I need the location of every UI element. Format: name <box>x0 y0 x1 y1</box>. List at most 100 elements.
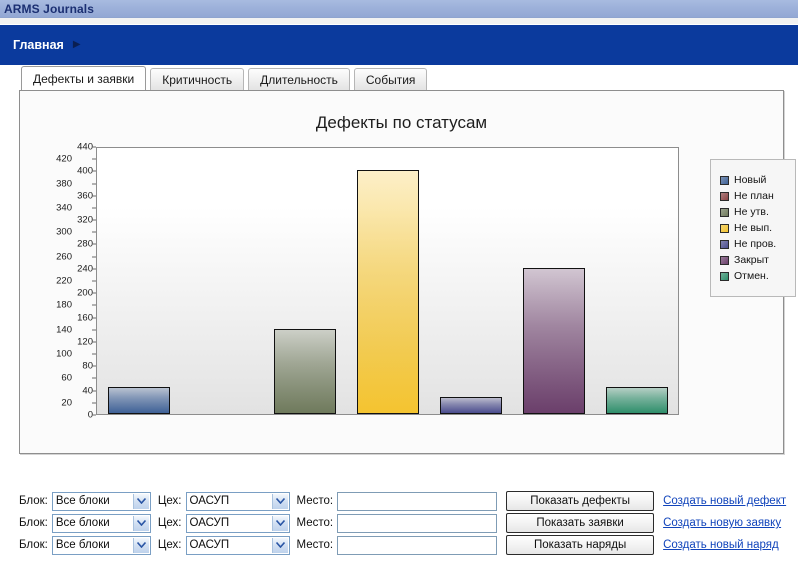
place-label: Место: <box>296 539 334 551</box>
plot-wrapper: 440 420 400 380 360 340 320 300 280 260 240 220 200 1… <box>20 91 796 453</box>
block-select[interactable]: Все блоки <box>51 491 151 511</box>
create-new-link[interactable]: Создать новый наряд <box>663 539 779 551</box>
legend-label: Отмен. <box>734 270 769 282</box>
place-label: Место: <box>296 517 334 529</box>
bar-slot <box>595 148 678 414</box>
legend-swatch-icon <box>720 271 729 281</box>
show-button[interactable]: Показать дефекты <box>506 491 655 511</box>
bar-Отмен.[interactable] <box>605 386 668 414</box>
bar-Не вып.[interactable] <box>356 170 419 414</box>
breadcrumb-nav-bar: Главная ▶ <box>0 25 798 65</box>
y-axis-tick-label: 220 <box>56 275 72 287</box>
y-axis-tick-label: 160 <box>77 311 93 323</box>
legend-swatch-icon <box>720 223 729 233</box>
tab-label: Критичность <box>162 72 233 87</box>
shop-label: Цех: <box>157 517 182 529</box>
y-axis-tick-label: 20 <box>61 397 72 409</box>
legend-swatch-icon <box>720 207 729 217</box>
tab-label: Дефекты и заявки <box>33 71 135 86</box>
y-axis-tick-label: 60 <box>61 372 72 384</box>
tab-duration[interactable]: Длительность <box>248 68 350 90</box>
chevron-down-icon[interactable] <box>271 493 288 509</box>
y-axis-tick-label: 180 <box>56 299 72 311</box>
shop-select-value: ОАСУП <box>189 539 230 551</box>
y-axis-tick-label: 300 <box>56 226 72 238</box>
chevron-down-icon[interactable] <box>271 515 288 531</box>
block-select-value: Все блоки <box>55 517 110 529</box>
block-select[interactable]: Все блоки <box>51 535 151 555</box>
block-select-value: Все блоки <box>55 495 110 507</box>
bar-Закрыт[interactable] <box>522 267 585 414</box>
y-axis-tick-label: 320 <box>77 214 93 226</box>
legend-swatch-icon <box>720 255 729 265</box>
filter-row: Блок: Все блоки Цех: ОАСУП Место: Показать за… <box>19 512 798 534</box>
y-axis-tick-label: 400 <box>77 165 93 177</box>
shop-select[interactable]: ОАСУП <box>185 513 290 533</box>
show-button[interactable]: Показать наряды <box>506 535 655 555</box>
shop-label: Цех: <box>157 495 182 507</box>
create-new-link[interactable]: Создать новый дефект <box>663 495 786 507</box>
legend-swatch-icon <box>720 175 729 185</box>
block-label: Блок: <box>19 517 48 529</box>
y-axis-tick-label: 140 <box>56 323 72 335</box>
legend-item: Не утв. <box>720 204 787 220</box>
legend-item: Закрыт <box>720 252 787 268</box>
bar-Не утв.[interactable] <box>273 328 336 414</box>
y-axis-tick-label: 200 <box>77 287 93 299</box>
chevron-right-icon: ▶ <box>72 39 81 50</box>
chevron-down-icon[interactable] <box>271 537 288 553</box>
place-input[interactable] <box>337 491 498 511</box>
legend-item: Не пров. <box>720 236 787 252</box>
block-label: Блок: <box>19 495 48 507</box>
shop-select[interactable]: ОАСУП <box>185 535 290 555</box>
place-input[interactable] <box>337 513 498 533</box>
legend-item: Не вып. <box>720 220 787 236</box>
legend-item: Новый <box>720 172 787 188</box>
tab-strip: Дефекты и заявки Критичность Длительност… <box>0 65 798 90</box>
bar-slot <box>180 148 263 414</box>
y-axis-tick-label: 360 <box>77 189 93 201</box>
legend-label: Новый <box>734 174 767 186</box>
bar-Не пров.[interactable] <box>439 396 502 414</box>
show-button[interactable]: Показать заявки <box>506 513 655 533</box>
chevron-down-icon[interactable] <box>132 537 149 553</box>
y-axis-tick-label: 340 <box>56 202 72 214</box>
filter-row: Блок: Все блоки Цех: ОАСУП Место: Показать де… <box>19 490 798 512</box>
filter-form-area: Блок: Все блоки Цех: ОАСУП Место: Показать де… <box>0 490 798 556</box>
tab-defects-and-requests[interactable]: Дефекты и заявки <box>21 66 147 90</box>
tab-events[interactable]: События <box>353 68 428 90</box>
legend-label: Не вып. <box>734 222 773 234</box>
tab-label: Длительность <box>260 72 338 87</box>
block-select[interactable]: Все блоки <box>51 513 151 533</box>
legend-swatch-icon <box>720 191 729 201</box>
place-input[interactable] <box>337 535 498 555</box>
shop-select-value: ОАСУП <box>189 495 230 507</box>
chevron-down-icon[interactable] <box>132 515 149 531</box>
y-axis-tick-label: 100 <box>56 348 72 360</box>
shop-label: Цех: <box>157 539 182 551</box>
legend-label: Не утв. <box>734 206 769 218</box>
shop-select-value: ОАСУП <box>189 517 230 529</box>
y-axis: 440 420 400 380 360 340 320 300 280 260 240 220 200 1… <box>20 142 96 419</box>
breadcrumb-home-link[interactable]: Главная <box>13 38 64 52</box>
block-label: Блок: <box>19 539 48 551</box>
legend-item: Не план <box>720 188 787 204</box>
chart-panel: Дефекты по статусам 440 420 400 380 360 340 32… <box>19 90 796 454</box>
create-new-link[interactable]: Создать новую заявку <box>663 517 781 529</box>
shop-select[interactable]: ОАСУП <box>185 491 290 511</box>
chevron-down-icon[interactable] <box>132 493 149 509</box>
filter-row: Блок: Все блоки Цех: ОАСУП Место: Показать на… <box>19 534 798 556</box>
bar-slot <box>429 148 512 414</box>
bar-series <box>97 148 678 414</box>
bar-slot <box>263 148 346 414</box>
legend-swatch-icon <box>720 239 729 249</box>
tab-label: События <box>365 72 416 87</box>
block-select-value: Все блоки <box>55 539 110 551</box>
legend-label: Не план <box>734 190 774 202</box>
bar-slot <box>346 148 429 414</box>
tab-criticality[interactable]: Критичность <box>150 68 245 90</box>
bar-Новый[interactable] <box>107 386 170 414</box>
bar-slot <box>512 148 595 414</box>
legend-label: Не пров. <box>734 238 777 250</box>
chart-legend: Новый Не план Не утв. Не вып. Не пров. Закрыт… <box>710 159 796 297</box>
